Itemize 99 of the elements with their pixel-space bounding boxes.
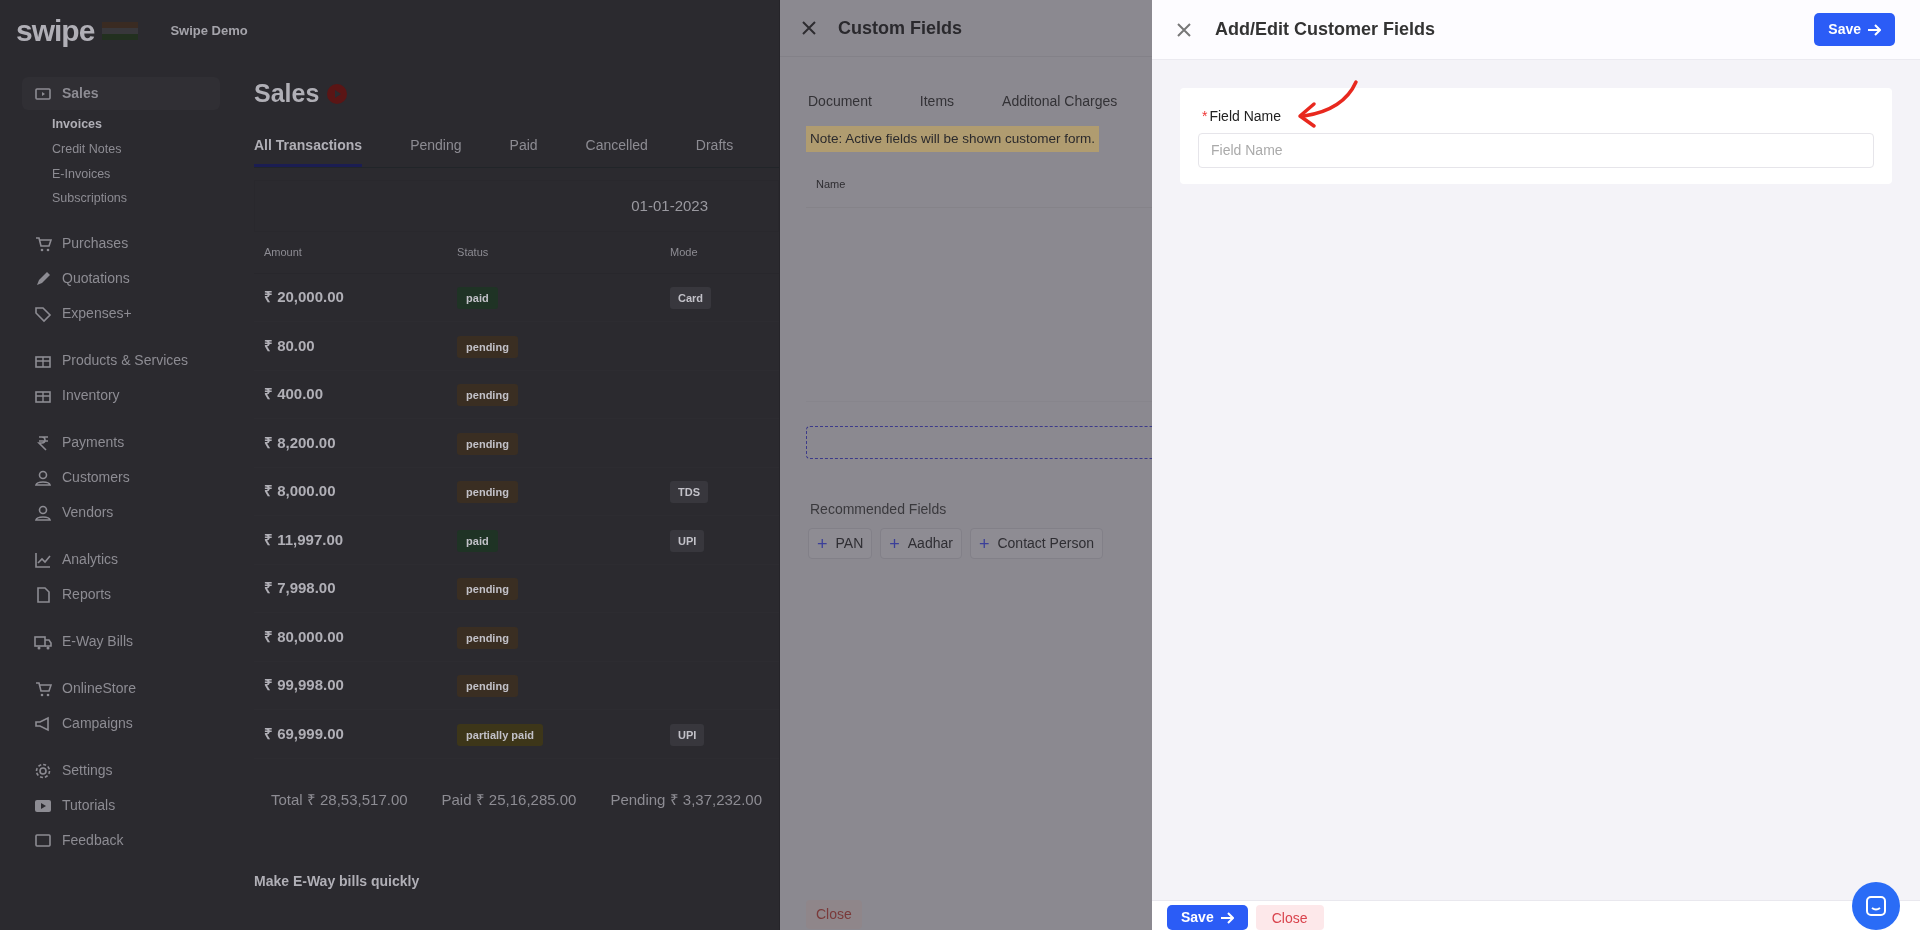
sidebar-item[interactable]: Purchases — [22, 227, 220, 260]
close-icon — [1177, 22, 1191, 37]
sidebar-subitem[interactable]: Invoices — [0, 112, 240, 137]
tag-icon — [34, 304, 52, 323]
add-field-button[interactable]: + Contact Person — [969, 528, 1103, 560]
document-icon — [34, 585, 52, 604]
tab[interactable]: Cancelled — [585, 128, 648, 167]
sidebar-item[interactable]: Payments — [22, 426, 220, 459]
amount: ₹ 99,998.00 — [264, 676, 344, 694]
mode-badge: Card — [670, 287, 712, 310]
status-badge: pending — [457, 626, 518, 649]
flag-icon — [102, 21, 139, 40]
tab[interactable]: Items — [919, 57, 955, 120]
column-header: Mode — [670, 245, 699, 260]
close-button[interactable] — [1177, 22, 1191, 37]
close-icon — [802, 21, 816, 35]
close-button[interactable]: Close — [1255, 905, 1324, 930]
tab[interactable]: Document — [808, 57, 872, 120]
save-button[interactable]: Save — [1814, 13, 1895, 46]
tab[interactable]: Drafts — [695, 128, 734, 167]
page-title: Sales — [254, 78, 320, 109]
section-label: Recommended Fields — [810, 500, 948, 520]
sidebar-item[interactable]: Quotations — [22, 262, 220, 295]
megaphone-icon — [34, 714, 52, 733]
tab[interactable]: Paid — [509, 128, 538, 167]
save-button[interactable]: Save — [1167, 905, 1248, 930]
sidebar-item[interactable]: Expenses+ — [22, 297, 220, 330]
status-badge: paid — [457, 529, 498, 552]
account-name: Swipe Demo — [170, 21, 248, 40]
tab[interactable]: Pending — [410, 128, 462, 167]
status-badge: pending — [457, 481, 518, 504]
chat-button[interactable] — [1852, 882, 1900, 930]
sidebar-item[interactable]: Sales — [22, 77, 220, 110]
mode-badge: TDS — [670, 481, 708, 504]
amount: ₹ 400.00 — [264, 385, 324, 403]
sidebar-item[interactable]: Products & Services — [22, 344, 220, 377]
cart-icon — [34, 234, 52, 253]
date-field[interactable]: 01-01-2023 — [631, 194, 708, 217]
close-button[interactable] — [802, 21, 816, 35]
required-mark: * — [1202, 108, 1208, 124]
amount: ₹ 80,000.00 — [264, 627, 344, 645]
amount: ₹ 8,000.00 — [264, 482, 336, 500]
sidebar-item[interactable]: E-Way Bills — [22, 625, 220, 658]
amount: ₹ 7,998.00 — [264, 579, 336, 597]
promo-title: Make E-Way bills quickly — [254, 872, 421, 891]
sidebar-item[interactable]: Analytics — [22, 543, 220, 576]
message-icon — [34, 831, 52, 850]
sidebar-subitem[interactable]: Credit Notes — [0, 136, 240, 162]
arrow-icon — [1219, 910, 1234, 925]
text-field[interactable]: Field Name — [1198, 133, 1874, 168]
amount: ₹ 69,999.00 — [264, 724, 344, 742]
amount: ₹ 11,997.00 — [264, 530, 344, 548]
play-icon — [327, 83, 348, 104]
total-text: Pending ₹ 3,37,232.00 — [610, 789, 763, 810]
logo: swipe — [16, 13, 95, 49]
column-header: Amount — [264, 245, 303, 260]
status-badge: paid — [457, 287, 498, 310]
chart-icon — [34, 550, 52, 569]
sidebar-item[interactable]: Customers — [22, 461, 220, 494]
status-badge: pending — [457, 432, 518, 455]
status-badge: partially paid — [457, 723, 543, 746]
close-button[interactable]: Close — [806, 900, 862, 929]
status-badge: pending — [457, 578, 518, 601]
panel-title: Custom Fields — [838, 16, 962, 40]
mode-badge: UPI — [670, 723, 705, 746]
tab[interactable]: Additonal Charges — [1002, 57, 1118, 120]
arrow-icon — [1867, 22, 1881, 37]
sidebar-item[interactable]: Campaigns — [22, 707, 220, 740]
sidebar-item[interactable]: Inventory — [22, 379, 220, 412]
sidebar-item[interactable]: Tutorials — [22, 789, 220, 822]
amount: ₹ 20,000.00 — [264, 288, 344, 306]
cart-icon — [34, 679, 52, 698]
note-text: Note: Active fields will be shown customer form. — [806, 126, 1100, 153]
status-badge: pending — [457, 335, 518, 358]
amount: ₹ 8,200.00 — [264, 433, 336, 451]
sidebar-item[interactable]: Feedback — [22, 824, 220, 857]
total-text: Total ₹ 28,53,517.00 — [270, 789, 408, 810]
status-badge: pending — [457, 384, 518, 407]
add-field-button[interactable]: + PAN — [808, 528, 873, 560]
sidebar-item[interactable]: Reports — [22, 578, 220, 611]
column-header: Status — [457, 245, 490, 260]
sidebar-subitem[interactable]: E-Invoices — [0, 161, 240, 187]
settings-icon — [34, 761, 52, 780]
chat-icon — [1865, 895, 1887, 917]
sidebar-subitem[interactable]: Subscriptions — [0, 186, 240, 211]
panel-title: Add/Edit Customer Fields — [1215, 18, 1436, 41]
sidebar-item[interactable]: OnlineStore — [22, 672, 220, 705]
add-field-button[interactable]: + Aadhar — [880, 528, 962, 560]
field-label: *Field Name — [1202, 107, 1282, 126]
total-text: Paid ₹ 25,16,285.00 — [441, 789, 577, 810]
person-icon — [34, 503, 52, 522]
sidebar-item[interactable]: Settings — [22, 754, 220, 787]
tab[interactable]: All Transactions — [254, 128, 363, 167]
person-icon — [34, 468, 52, 487]
sidebar-item[interactable]: Vendors — [22, 496, 220, 529]
amount: ₹ 80.00 — [264, 336, 315, 354]
pencil-icon — [34, 269, 52, 288]
status-badge: pending — [457, 675, 518, 698]
mode-badge: UPI — [670, 529, 705, 552]
